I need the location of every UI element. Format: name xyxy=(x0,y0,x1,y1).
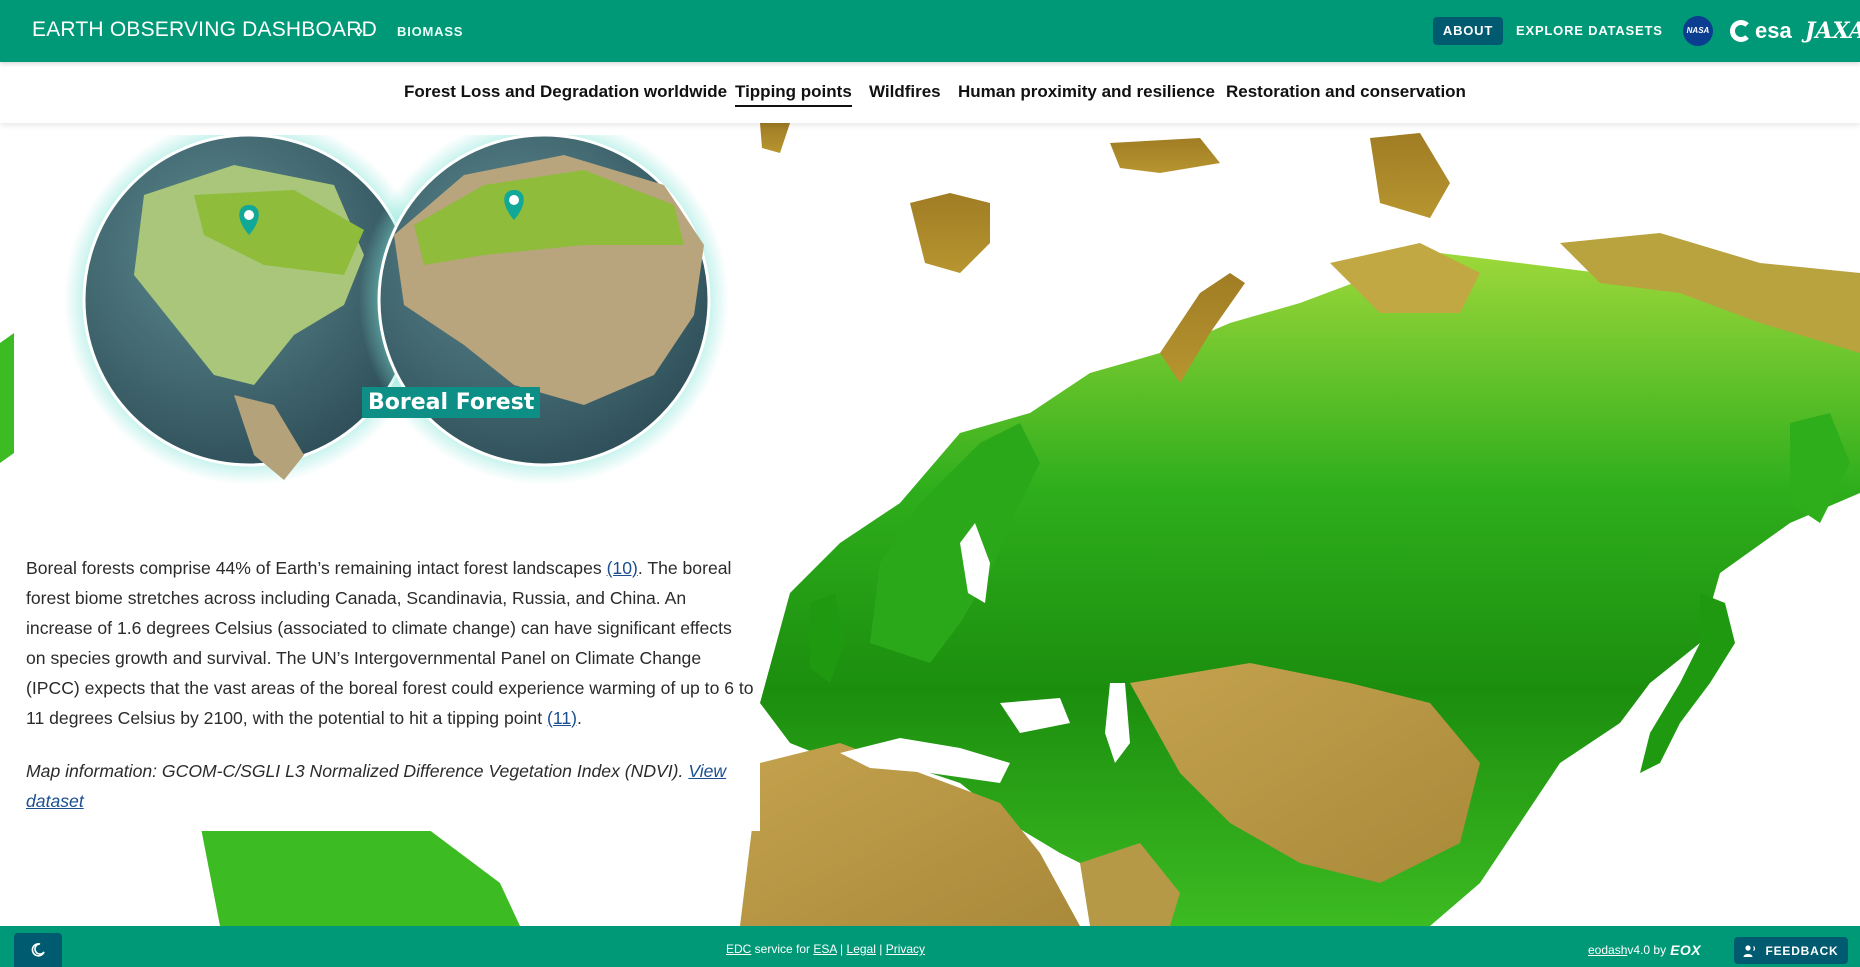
tab-forest-loss[interactable]: Forest Loss and Degradation worldwide xyxy=(404,82,727,102)
reference-link-11[interactable]: (11) xyxy=(547,708,577,728)
esa-logo[interactable]: esa xyxy=(1730,14,1792,48)
tab-tipping-points[interactable]: Tipping points xyxy=(735,82,852,107)
story-paragraph: Boreal forests comprise 44% of Earth’s r… xyxy=(26,554,756,733)
moon-icon xyxy=(31,943,45,957)
map-greenland-edge xyxy=(760,123,790,153)
breadcrumb[interactable]: BIOMASS xyxy=(397,24,463,39)
story-text-end: . xyxy=(576,707,582,728)
nasa-logo[interactable]: NASA xyxy=(1683,16,1713,46)
map-franz-josef xyxy=(1110,138,1220,173)
eodash-link[interactable]: eodash xyxy=(1588,943,1627,957)
legal-link[interactable]: Legal xyxy=(847,942,876,956)
esa-logo-text: esa xyxy=(1755,18,1792,43)
feedback-label: FEEDBACK xyxy=(1765,943,1839,958)
footer-version: v4.0 by xyxy=(1627,943,1667,957)
story-text-part2: . The boreal forest biome stretches acro… xyxy=(26,558,754,728)
story-tab-bar: Forest Loss and Degradation worldwide Ti… xyxy=(0,62,1860,123)
app-title[interactable]: EARTH OBSERVING DASHBOARD xyxy=(32,18,377,42)
globe-caption: Boreal Forest xyxy=(362,387,541,418)
theme-toggle-button[interactable] xyxy=(14,933,62,967)
footer-service-text: service for xyxy=(751,942,814,956)
privacy-link[interactable]: Privacy xyxy=(886,942,925,956)
boreal-globes-illustration: Boreal Forest xyxy=(64,115,744,495)
map-severnaya xyxy=(1370,133,1450,218)
footer-separator: | xyxy=(875,942,886,956)
jaxa-logo[interactable]: JAXA xyxy=(1805,18,1860,44)
feedback-button[interactable]: FEEDBACK xyxy=(1734,937,1848,964)
footer-links: EDC service for ESA | Legal | Privacy xyxy=(726,942,925,956)
feedback-person-icon xyxy=(1743,944,1756,957)
story-panel: Boreal Forest Boreal forests comprise 44… xyxy=(14,115,760,831)
edc-link[interactable]: EDC xyxy=(726,942,751,956)
reference-link-10[interactable]: (10) xyxy=(607,558,638,578)
chevron-right-icon: › xyxy=(356,17,364,42)
eox-logo[interactable]: EOX xyxy=(1670,942,1701,958)
story-text-part1: Boreal forests comprise 44% of Earth’s r… xyxy=(26,558,607,578)
footer-separator: | xyxy=(836,942,847,956)
map-svalbard xyxy=(910,193,990,273)
tab-human-proximity[interactable]: Human proximity and resilience xyxy=(958,82,1215,102)
top-app-bar: EARTH OBSERVING DASHBOARD › BIOMASS ABOU… xyxy=(0,0,1860,62)
esa-mark-icon xyxy=(1730,20,1752,42)
footer-bar: EDC service for ESA | Legal | Privacy eo… xyxy=(0,926,1860,967)
map-americas-edge xyxy=(0,333,14,463)
esa-link[interactable]: ESA xyxy=(813,942,836,956)
explore-datasets-button[interactable]: EXPLORE DATASETS xyxy=(1516,17,1663,45)
about-button[interactable]: ABOUT xyxy=(1433,17,1503,45)
map-information: Map information: GCOM-C/SGLI L3 Normaliz… xyxy=(26,757,746,817)
tab-wildfires[interactable]: Wildfires xyxy=(869,82,941,102)
tab-restoration[interactable]: Restoration and conservation xyxy=(1226,82,1466,102)
footer-credits: eodash v4.0 by EOX xyxy=(1588,942,1701,958)
map-info-text: Map information: GCOM-C/SGLI L3 Normaliz… xyxy=(26,761,689,781)
